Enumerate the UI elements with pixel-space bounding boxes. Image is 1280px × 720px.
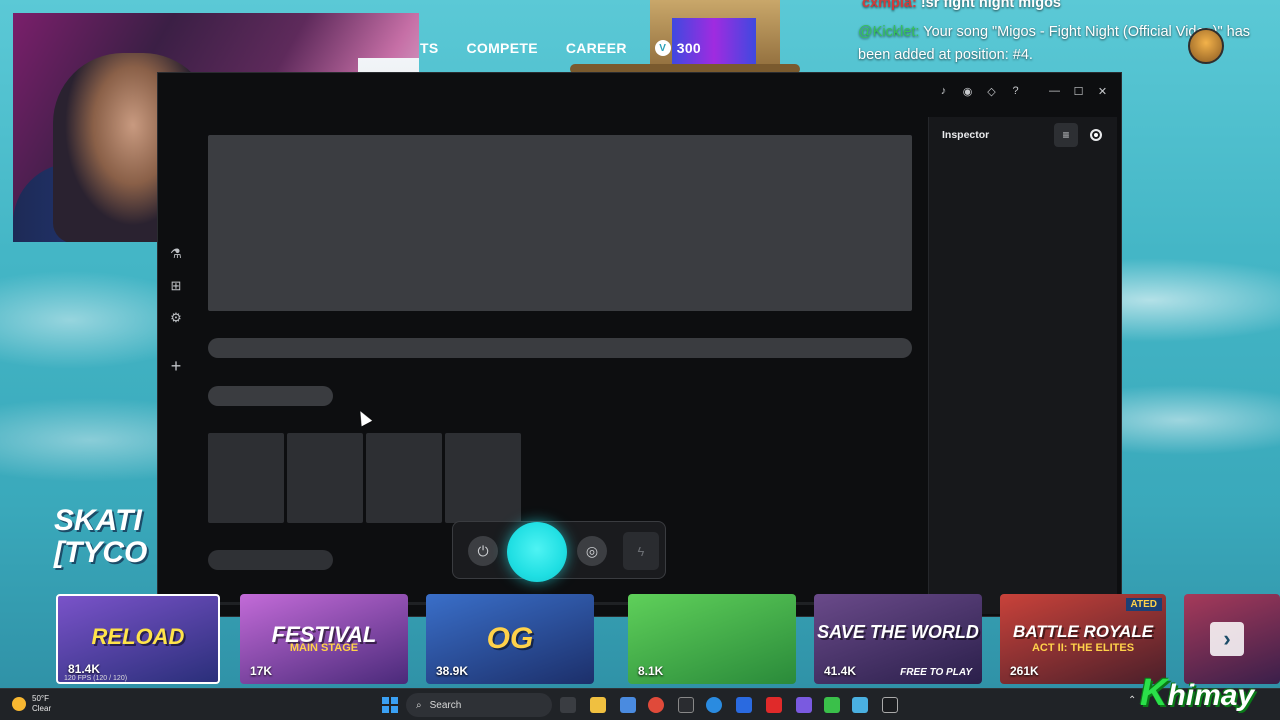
voice-activate-button[interactable]	[507, 522, 567, 582]
game-tile[interactable]: BATTLE ROYALE ACT II: THE ELITES 261K AT…	[1000, 594, 1166, 684]
tile-title: RELOAD	[91, 624, 185, 649]
voice-toolbar: ⏻ ◎ ϟ	[452, 521, 666, 582]
inspector-panel: Inspector ≡	[928, 117, 1117, 614]
maximize-icon[interactable]: ☐	[1068, 80, 1089, 102]
flask-icon[interactable]: ⚗	[165, 243, 187, 265]
tile-price-label: FREE TO PLAY	[900, 667, 972, 678]
tray-chevron-icon[interactable]: ⌃	[1128, 695, 1136, 706]
discord-taskbar-icon[interactable]	[796, 697, 812, 713]
skeleton-card	[445, 433, 521, 523]
game-tiles-row: RELOAD 81.4K 120 FPS (120 / 120) FESTIVA…	[56, 594, 1280, 686]
minimize-icon[interactable]: —	[1044, 80, 1065, 102]
chat-username: @Kicklet:	[858, 24, 920, 40]
inspector-title: Inspector	[942, 129, 990, 141]
kick-icon[interactable]	[824, 697, 840, 713]
weather-condition: Clear	[32, 704, 52, 713]
terminal-icon[interactable]	[882, 697, 898, 713]
game-mode-title: SKATI [TYCO	[54, 505, 147, 569]
ear-icon[interactable]: ◎	[577, 536, 607, 566]
settings-icon[interactable]: ⚙	[165, 307, 187, 329]
tile-subtitle: ACT II: THE ELITES	[1031, 642, 1135, 654]
tile-player-count: 17K	[250, 664, 273, 678]
task-view-icon[interactable]	[560, 697, 576, 713]
vbucks-count: 300	[676, 40, 702, 56]
sliders-icon[interactable]: ≡	[1054, 123, 1078, 147]
store-icon[interactable]	[736, 697, 752, 713]
discord-icon[interactable]: ◉	[957, 80, 978, 102]
package-icon[interactable]: ⊞	[165, 275, 187, 297]
search-icon: ⌕	[416, 699, 422, 711]
diamond-icon[interactable]: ◇	[981, 80, 1002, 102]
tile-title: BATTLE ROYALE	[1012, 622, 1154, 641]
app-icon[interactable]	[678, 697, 694, 713]
bell-icon[interactable]: ♪	[933, 80, 954, 102]
taskbar-search[interactable]: ⌕ Search	[406, 693, 552, 717]
app-icon[interactable]	[620, 697, 636, 713]
tile-player-count: 81.4K	[68, 662, 101, 676]
tile-player-count: 38.9K	[436, 664, 469, 678]
tile-player-count: 261K	[1010, 664, 1039, 678]
search-placeholder: Search	[429, 699, 462, 711]
game-tile[interactable]: OG 38.9K	[426, 594, 594, 684]
carousel-next-button[interactable]: ›	[1210, 622, 1244, 656]
app-icon[interactable]	[852, 697, 868, 713]
skeleton-heading	[208, 386, 333, 406]
game-tile[interactable]: RELOAD 81.4K 120 FPS (120 / 120)	[56, 594, 220, 684]
tile-subtitle: MAIN STAGE	[289, 642, 359, 654]
game-mode-title-line2: [TYCO	[54, 536, 148, 569]
record-button[interactable]	[1084, 123, 1108, 147]
os-taskbar: 50°F Clear ⌕ Search ⌃	[0, 688, 1280, 720]
youtube-icon[interactable]	[766, 697, 782, 713]
tile-player-count: 8.1K	[638, 664, 664, 678]
tile-player-count: 41.4K	[824, 664, 857, 678]
game-tile[interactable]: SAVE THE WORLD 41.4K FREE TO PLAY	[814, 594, 982, 684]
file-explorer-icon[interactable]	[590, 697, 606, 713]
nav-item-career[interactable]: CAREER	[566, 40, 627, 56]
game-top-nav: TS COMPETE CAREER V 300	[420, 38, 701, 58]
skeleton-hero	[208, 135, 912, 311]
window-titlebar: ♪ ◉ ◇ ? — ☐ ✕	[158, 73, 1121, 109]
tile-title: SAVE THE WORLD	[817, 622, 979, 642]
skeleton-card	[287, 433, 363, 523]
help-icon[interactable]: ?	[1005, 80, 1026, 102]
weather-temp: 50°F	[32, 694, 49, 703]
app-sidebar: ⚗ ⊞ ⚙ + ☺	[158, 109, 194, 614]
edge-icon[interactable]	[706, 697, 722, 713]
skeleton-card	[366, 433, 442, 523]
tile-fps-readout: 120 FPS (120 / 120)	[64, 675, 128, 682]
bolt-icon[interactable]: ϟ	[623, 532, 659, 570]
game-tile[interactable]: FESTIVAL MAIN STAGE 17K	[240, 594, 408, 684]
chat-avatar	[1188, 28, 1224, 64]
record-icon	[1090, 129, 1102, 141]
tile-title: OG	[486, 622, 534, 655]
skeleton-heading	[208, 550, 333, 570]
streamer-logo: Khimay	[1140, 672, 1255, 714]
chat-username: cxmpla:	[862, 0, 917, 11]
close-icon[interactable]: ✕	[1092, 80, 1113, 102]
skeleton-card	[208, 433, 284, 523]
nav-item-compete[interactable]: COMPETE	[467, 40, 538, 56]
weather-widget[interactable]: 50°F Clear	[12, 694, 51, 714]
start-icon[interactable]	[382, 697, 398, 713]
chat-message: cxmpla: !sr fight night migos	[862, 0, 1061, 15]
vbucks-balance[interactable]: V 300	[654, 40, 702, 56]
nav-item-partial[interactable]: TS	[420, 40, 439, 56]
skeleton-bar	[208, 338, 912, 358]
game-tile[interactable]: 8.1K	[628, 594, 796, 684]
vbucks-icon: V	[654, 40, 671, 56]
power-icon[interactable]: ⏻	[468, 536, 498, 566]
tile-tag: ATED	[1125, 598, 1162, 611]
chrome-icon[interactable]	[648, 697, 664, 713]
add-icon[interactable]: +	[165, 355, 187, 377]
sun-icon	[12, 697, 26, 711]
game-mode-title-line1: SKATI	[54, 504, 142, 537]
chat-text: !sr fight night migos	[916, 0, 1061, 11]
